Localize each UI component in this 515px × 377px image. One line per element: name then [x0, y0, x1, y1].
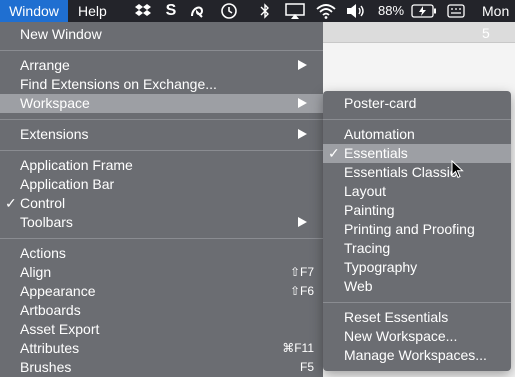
shortcut-label: ⇧F6	[289, 284, 314, 298]
menu-item-label: Poster-card	[344, 95, 417, 111]
menu-item-arrange[interactable]: Arrange	[0, 56, 323, 75]
menu-item-actions[interactable]: Actions	[0, 244, 323, 263]
submenu-item-printing-proofing[interactable]: Printing and Proofing	[323, 220, 511, 239]
menubar-window[interactable]: Window	[0, 0, 68, 22]
menu-item-brushes[interactable]: Brushes F5	[0, 358, 323, 377]
volume-icon[interactable]	[346, 2, 366, 20]
menu-item-label: Asset Export	[20, 321, 100, 337]
menu-item-label: Printing and Proofing	[344, 221, 475, 237]
submenu-item-automation[interactable]: Automation	[323, 125, 511, 144]
checkmark-icon: ✓	[5, 195, 17, 211]
menu-separator	[323, 302, 511, 303]
menu-item-application-bar[interactable]: Application Bar	[0, 175, 323, 194]
submenu-item-layout[interactable]: Layout	[323, 182, 511, 201]
menu-item-label: Actions	[20, 245, 66, 261]
menu-item-label: Reset Essentials	[344, 309, 449, 325]
menu-item-asset-export[interactable]: Asset Export	[0, 320, 323, 339]
menubar: Window Help S 88% Mon 5	[0, 0, 515, 41]
menu-item-toolbars[interactable]: Toolbars	[0, 213, 323, 232]
submenu-arrow-icon	[298, 60, 307, 70]
menu-item-workspace[interactable]: Workspace	[0, 94, 323, 113]
menu-item-label: Web	[344, 278, 373, 294]
shortcut-label: ⌘F11	[282, 341, 314, 355]
dropbox-icon[interactable]	[134, 2, 152, 20]
submenu-item-reset-essentials[interactable]: Reset Essentials	[323, 308, 511, 327]
submenu-arrow-icon	[298, 217, 307, 227]
menu-item-label: New Workspace...	[344, 328, 458, 344]
window-menu: New Window Arrange Find Extensions on Ex…	[0, 22, 323, 377]
menu-item-label: Layout	[344, 183, 387, 199]
menu-item-label: Essentials	[344, 145, 408, 161]
submenu-item-new-workspace[interactable]: New Workspace...	[323, 327, 511, 346]
submenu-item-essentials-classic[interactable]: Essentials Classic	[323, 163, 511, 182]
battery-percentage[interactable]: 88%	[378, 0, 404, 22]
menu-item-extensions[interactable]: Extensions	[0, 125, 323, 144]
submenu-item-essentials[interactable]: ✓ Essentials	[323, 144, 511, 163]
time-machine-icon[interactable]	[220, 2, 238, 20]
menubar-clock[interactable]: Mon 5	[482, 0, 515, 44]
menu-separator	[0, 238, 323, 239]
menu-item-label: Automation	[344, 126, 415, 142]
menu-item-label: Brushes	[20, 359, 72, 375]
menu-item-appearance[interactable]: Appearance ⇧F6	[0, 282, 323, 301]
menu-item-label: New Window	[20, 26, 102, 42]
menu-item-align[interactable]: Align ⇧F7	[0, 263, 323, 282]
menu-item-label: Workspace	[20, 95, 90, 111]
menu-item-label: Manage Workspaces...	[344, 347, 487, 363]
menu-item-new-window[interactable]: New Window	[0, 25, 323, 44]
submenu-item-painting[interactable]: Painting	[323, 201, 511, 220]
menu-item-control[interactable]: ✓ Control	[0, 194, 323, 213]
keyboard-icon[interactable]	[446, 2, 466, 20]
menu-item-application-frame[interactable]: Application Frame	[0, 156, 323, 175]
wifi-icon[interactable]	[315, 2, 337, 20]
shortcut-label: F5	[299, 360, 314, 374]
menu-item-find-extensions[interactable]: Find Extensions on Exchange...	[0, 75, 323, 94]
submenu-item-tracing[interactable]: Tracing	[323, 239, 511, 258]
submenu-arrow-icon	[298, 98, 307, 108]
skype-icon[interactable]: S	[163, 2, 179, 20]
menu-item-label: Extensions	[20, 126, 89, 142]
submenu-item-typography[interactable]: Typography	[323, 258, 511, 277]
menu-item-label: Application Bar	[20, 176, 115, 192]
menu-separator	[0, 150, 323, 151]
battery-icon[interactable]	[411, 2, 437, 20]
mouse-cursor-icon	[451, 159, 464, 184]
menu-item-label: Arrange	[20, 57, 70, 73]
menu-item-label: Essentials Classic	[344, 164, 457, 180]
menu-item-label: Painting	[344, 202, 395, 218]
submenu-arrow-icon	[298, 129, 307, 139]
submenu-item-web[interactable]: Web	[323, 277, 511, 296]
menu-item-artboards[interactable]: Artboards	[0, 301, 323, 320]
menu-separator	[0, 50, 323, 51]
menu-separator	[323, 119, 511, 120]
menu-item-label: Find Extensions on Exchange...	[20, 76, 217, 92]
menu-item-attributes[interactable]: Attributes ⌘F11	[0, 339, 323, 358]
menu-item-label: Artboards	[20, 302, 81, 318]
workspace-submenu: Poster-card Automation ✓ Essentials Essen…	[323, 91, 511, 371]
checkmark-icon: ✓	[328, 145, 340, 161]
shortcut-label: ⇧F7	[289, 265, 314, 279]
menu-item-label: Attributes	[20, 340, 80, 356]
submenu-item-poster-card[interactable]: Poster-card	[323, 94, 511, 113]
menu-item-label: Application Frame	[20, 157, 133, 173]
airplay-icon[interactable]	[285, 2, 305, 20]
grammarly-icon[interactable]	[188, 2, 206, 20]
bluetooth-icon[interactable]	[258, 2, 272, 20]
menubar-help[interactable]: Help	[78, 0, 107, 22]
menu-separator	[0, 119, 323, 120]
menu-item-label: Align	[20, 264, 52, 280]
menu-item-label: Appearance	[20, 283, 96, 299]
menu-item-label: Control	[20, 195, 66, 211]
submenu-item-manage-workspaces[interactable]: Manage Workspaces...	[323, 346, 511, 365]
menu-item-label: Typography	[344, 259, 418, 275]
menu-item-label: Toolbars	[20, 214, 73, 230]
menu-item-label: Tracing	[344, 240, 391, 256]
